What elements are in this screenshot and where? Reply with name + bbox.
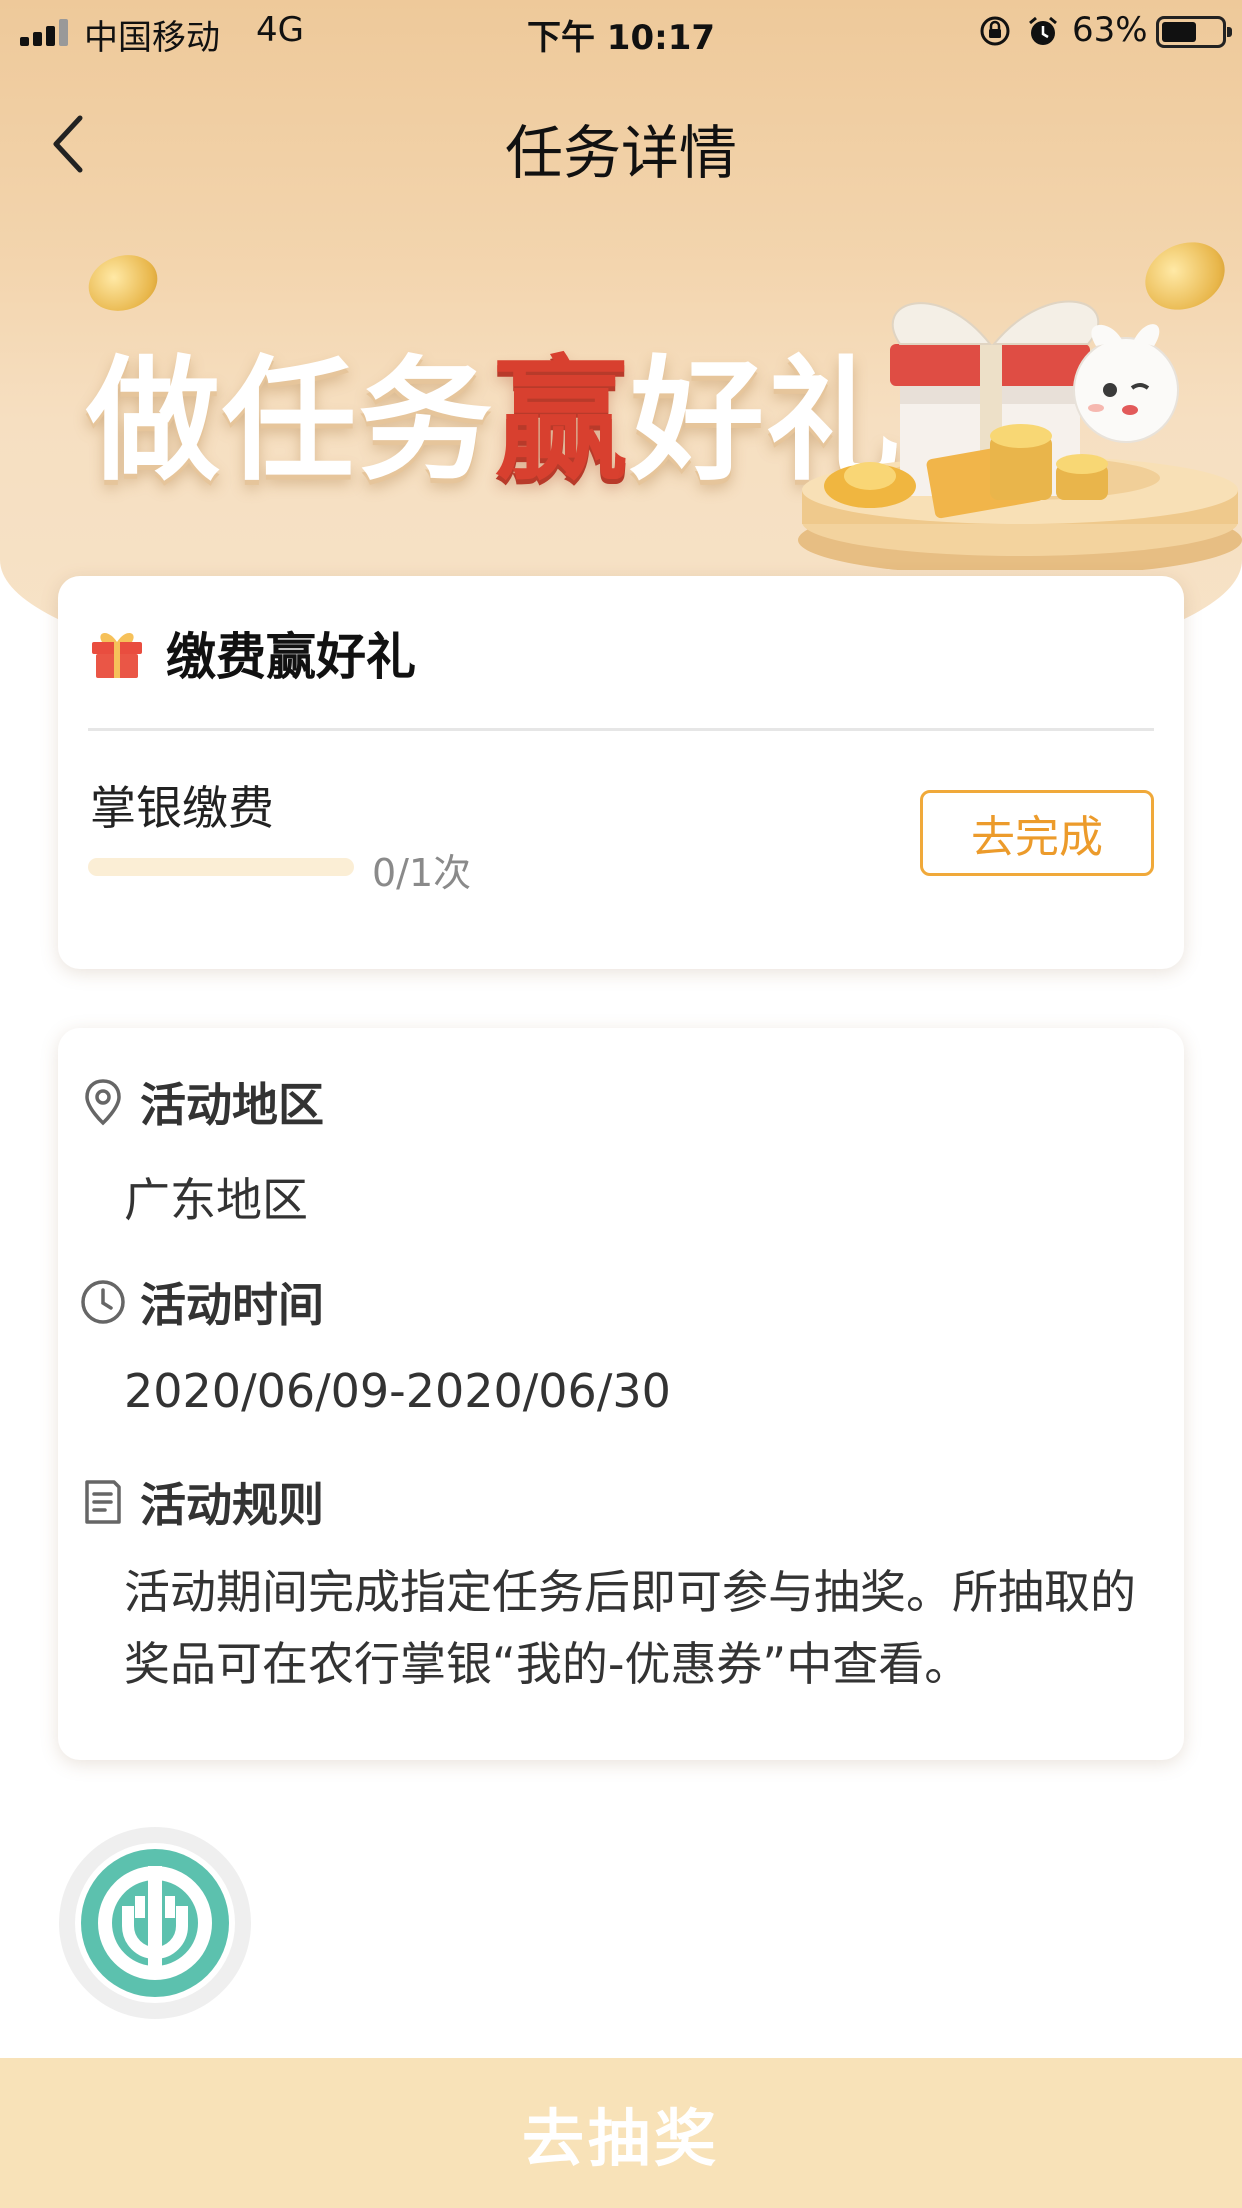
activity-info-card: 活动地区 广东地区 活动时间 2020/06/09-2020/06/30 活动规… xyxy=(58,1028,1184,1760)
task-card-title: 缴费赢好礼 xyxy=(166,628,416,686)
rules-section-header: 活动规则 xyxy=(78,1472,324,1532)
alarm-icon xyxy=(1029,16,1057,45)
region-label: 活动地区 xyxy=(140,1078,324,1132)
region-value: 广东地区 xyxy=(124,1173,308,1227)
task-card: 缴费赢好礼 掌银缴费 0/1次 去完成 xyxy=(58,576,1184,969)
battery-level xyxy=(1162,22,1197,42)
location-pin-icon xyxy=(85,1079,121,1126)
complete-task-button[interactable]: 去完成 xyxy=(920,790,1154,876)
banner-title-highlight: 赢 xyxy=(494,343,631,499)
go-draw-button[interactable]: 去抽奖 xyxy=(0,2058,1242,2208)
rules-text: 活动期间完成指定任务后即可参与抽奖。所抽取的奖品可在农行掌银“我的-优惠券”中查… xyxy=(124,1565,1136,1691)
time-label: 活动时间 xyxy=(140,1278,324,1332)
battery-icon xyxy=(1156,16,1232,48)
gift-icon xyxy=(92,632,142,678)
time-section-header: 活动时间 xyxy=(78,1272,324,1332)
divider xyxy=(88,728,1154,731)
task-progress-text: 0/1次 xyxy=(372,851,472,895)
agricultural-bank-logo-icon[interactable] xyxy=(58,1826,252,2020)
task-name: 掌银缴费 xyxy=(90,781,274,835)
task-progress-bar xyxy=(88,858,354,876)
rules-label: 活动规则 xyxy=(140,1478,324,1532)
banner-title-part1: 做任务 xyxy=(86,343,495,499)
page-title: 任务详情 xyxy=(504,119,737,187)
rotation-lock-icon xyxy=(980,16,1010,46)
status-bar: 中国移动 4G 下午 10:17 63% xyxy=(0,0,1242,62)
gift-box-illustration xyxy=(798,300,1242,570)
battery-percent: 63% xyxy=(1072,10,1148,50)
document-icon xyxy=(85,1480,121,1524)
region-section-header: 活动地区 xyxy=(78,1072,324,1132)
clock-icon xyxy=(81,1280,125,1324)
time-value: 2020/06/09-2020/06/30 xyxy=(124,1364,671,1418)
task-card-header: 缴费赢好礼 xyxy=(88,616,416,690)
